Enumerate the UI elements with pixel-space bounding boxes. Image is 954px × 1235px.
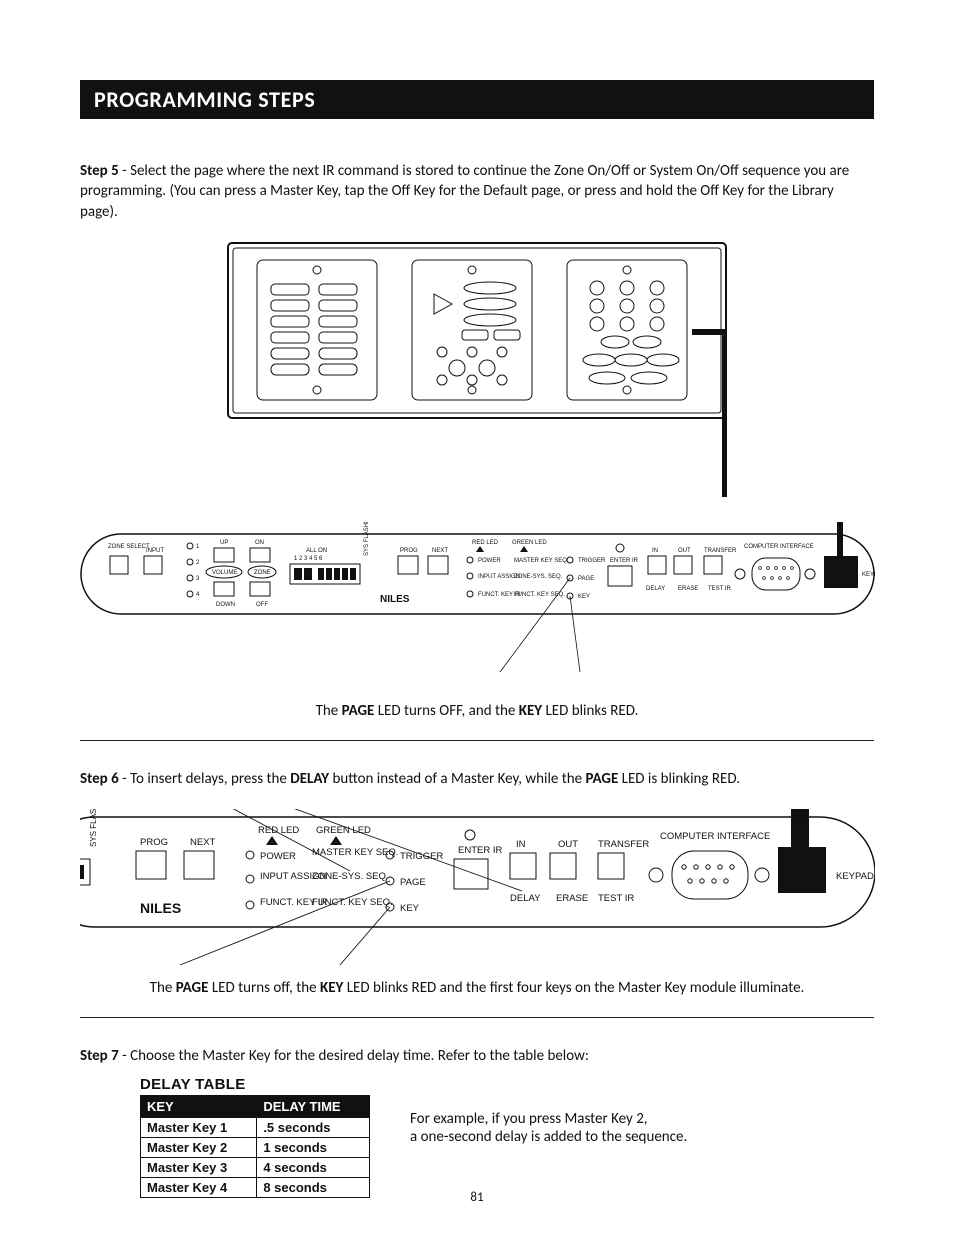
svg-text:INPUT: INPUT — [146, 548, 164, 554]
step5-caption: The PAGE LED turns OFF, and the KEY LED … — [80, 702, 874, 720]
svg-text:NEXT: NEXT — [432, 548, 448, 554]
svg-text:2: 2 — [196, 560, 200, 566]
svg-text:ALL ON: ALL ON — [306, 548, 327, 554]
section-title: PROGRAMMING STEPS — [80, 80, 874, 119]
delay-th-key: KEY — [141, 1096, 257, 1118]
svg-text:COMPUTER INTERFACE: COMPUTER INTERFACE — [660, 831, 770, 842]
svg-text:1 2 3 4 5 6: 1 2 3 4 5 6 — [294, 556, 323, 562]
svg-text:KEY: KEY — [578, 594, 590, 600]
svg-text:FUNCT. KEY SEQ.: FUNCT. KEY SEQ. — [312, 897, 393, 908]
svg-text:NILES: NILES — [380, 594, 410, 605]
rear-panel-figure-1: ZONE SELECT INPUT 1 2 3 4 UP ON VOLUME Z… — [80, 522, 875, 692]
svg-text:SYS FLASHER 4: SYS FLASHER 4 — [89, 809, 98, 847]
svg-text:VOLUME: VOLUME — [212, 570, 237, 576]
page-number: 81 — [0, 1190, 954, 1205]
svg-text:PAGE: PAGE — [400, 877, 426, 888]
table-row: Master Key 34 seconds — [141, 1158, 370, 1178]
svg-text:TEST IR: TEST IR — [598, 893, 634, 904]
svg-text:IN: IN — [516, 839, 526, 850]
svg-text:KEYPAD: KEYPAD — [862, 572, 875, 578]
svg-text:COMPUTER INTERFACE: COMPUTER INTERFACE — [744, 544, 814, 550]
svg-text:TRANSFER: TRANSFER — [598, 839, 649, 850]
svg-text:PROG: PROG — [400, 548, 418, 554]
step6-label: Step 6 — [80, 770, 119, 788]
svg-text:ZONE SELECT: ZONE SELECT — [108, 544, 150, 550]
svg-text:ERASE: ERASE — [556, 893, 588, 904]
svg-text:TRANSFER: TRANSFER — [704, 548, 737, 554]
step7-label: Step 7 — [80, 1047, 119, 1065]
svg-text:ERASE: ERASE — [678, 586, 698, 592]
svg-text:OFF: OFF — [256, 602, 268, 608]
svg-text:GREEN LED: GREEN LED — [512, 540, 547, 546]
svg-text:ZONE: ZONE — [254, 570, 271, 576]
step6-text: Step 6 - To insert delays, press the DEL… — [80, 769, 874, 789]
divider — [80, 1017, 874, 1018]
svg-text:PROG: PROG — [140, 837, 168, 848]
svg-text:ENTER IR: ENTER IR — [458, 845, 502, 856]
svg-text:ZONE-SYS. SEQ.: ZONE-SYS. SEQ. — [514, 574, 563, 580]
step5-body: - Select the page where the next IR comm… — [80, 162, 849, 221]
step6-caption: The PAGE LED turns off, the KEY LED blin… — [80, 979, 874, 997]
svg-text:1: 1 — [196, 544, 200, 550]
step5-text: Step 5 - Select the page where the next … — [80, 161, 874, 222]
delay-th-time: DELAY TIME — [257, 1096, 370, 1118]
table-row: Master Key 1.5 seconds — [141, 1118, 370, 1138]
svg-text:ON: ON — [255, 540, 264, 546]
svg-text:RED LED: RED LED — [472, 540, 499, 546]
svg-text:MASTER KEY SEQ.: MASTER KEY SEQ. — [312, 847, 398, 858]
step7-text: Step 7 - Choose the Master Key for the d… — [80, 1046, 874, 1066]
svg-text:ZONE-SYS. SEQ.: ZONE-SYS. SEQ. — [312, 871, 389, 882]
svg-text:UP: UP — [220, 540, 228, 546]
svg-text:ENTER IR: ENTER IR — [610, 558, 639, 564]
svg-text:POWER: POWER — [260, 851, 296, 862]
svg-text:OUT: OUT — [558, 839, 578, 850]
delay-table-title: DELAY TABLE — [140, 1076, 370, 1093]
rear-panel-figure-2: SYS FLASHER 4 PROG NEXT NILES RED LED GR… — [80, 809, 875, 969]
svg-text:KEYPAD: KEYPAD — [836, 871, 874, 882]
svg-text:DELAY: DELAY — [646, 586, 665, 592]
svg-text:4: 4 — [196, 592, 200, 598]
svg-text:TRIGGER: TRIGGER — [578, 558, 606, 564]
svg-text:POWER: POWER — [478, 558, 501, 564]
svg-text:SYS FLASHER 4: SYS FLASHER 4 — [364, 522, 370, 556]
svg-text:KEY: KEY — [400, 903, 420, 914]
svg-text:NEXT: NEXT — [190, 837, 216, 848]
keypad-modules-figure — [227, 242, 727, 502]
svg-text:IN: IN — [652, 548, 658, 554]
svg-text:TEST IR: TEST IR — [708, 586, 732, 592]
svg-text:DELAY: DELAY — [510, 893, 541, 904]
divider — [80, 740, 874, 741]
table-row: Master Key 21 seconds — [141, 1138, 370, 1158]
delay-table: KEY DELAY TIME Master Key 1.5 seconds Ma… — [140, 1095, 370, 1198]
step5-label: Step 5 — [80, 162, 119, 180]
svg-text:3: 3 — [196, 576, 200, 582]
svg-text:OUT: OUT — [678, 548, 691, 554]
svg-text:DOWN: DOWN — [216, 602, 235, 608]
example-text: For example, if you press Master Key 2, … — [410, 1110, 687, 1146]
svg-text:NILES: NILES — [140, 900, 181, 916]
svg-text:RED LED: RED LED — [258, 825, 299, 836]
svg-text:PAGE: PAGE — [578, 576, 594, 582]
svg-text:MASTER KEY SEQ.: MASTER KEY SEQ. — [514, 558, 569, 564]
